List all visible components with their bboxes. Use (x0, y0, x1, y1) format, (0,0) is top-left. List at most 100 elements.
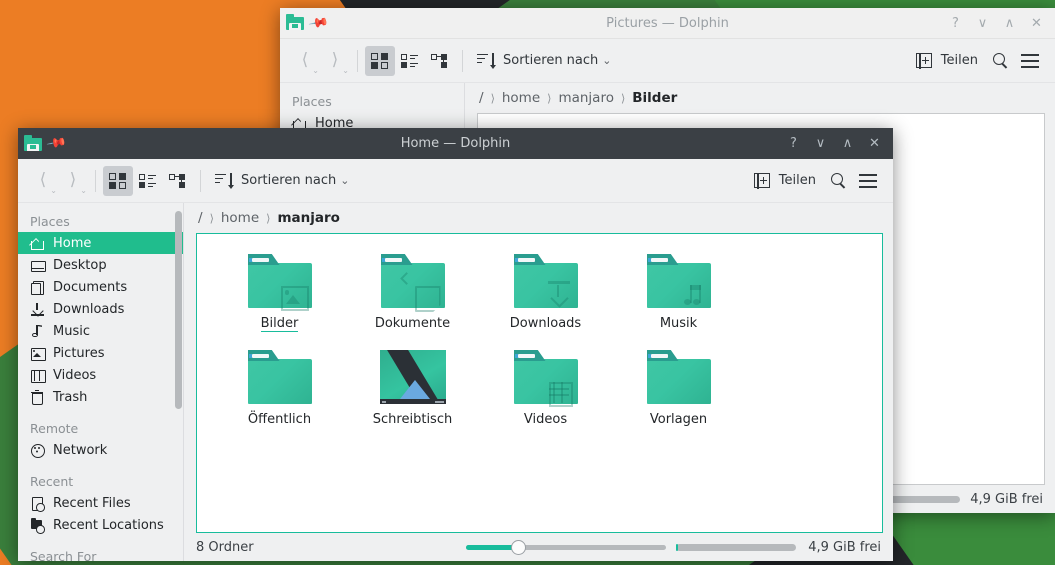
view-mode-icons-button[interactable] (365, 45, 395, 76)
titlebar-foreground-window[interactable]: 📌 Home — Dolphin ? ∨ ∧ ✕ (18, 128, 893, 159)
sidebar-item-recent-locations[interactable]: Recent Locations (18, 514, 184, 536)
sort-by-label: Sortieren nach (503, 53, 599, 68)
sidebar-item-network[interactable]: Network (18, 439, 184, 461)
share-button[interactable]: Teilen (909, 46, 985, 76)
free-space-bar (676, 543, 797, 551)
file-item-vorlagen[interactable]: Vorlagen (612, 346, 745, 442)
chevron-down-icon: ⌄ (602, 54, 612, 67)
chevron-down-icon: ⌄ (340, 174, 350, 187)
toolbar-foreground-window[interactable]: ⟨ ⌄ ⟩ ⌄ Sortieren nach ⌄ Teilen (18, 159, 893, 203)
music-icon (30, 324, 45, 339)
breadcrumb-home[interactable]: home (221, 210, 259, 226)
sidebar-foreground-window[interactable]: Places Home Desktop Documents Downloads … (18, 203, 184, 561)
sidebar-item-pictures[interactable]: Pictures (18, 342, 184, 364)
breadcrumb-root[interactable]: / (198, 210, 203, 226)
sort-by-label: Sortieren nach (241, 173, 337, 188)
sidebar-item-desktop[interactable]: Desktop (18, 254, 184, 276)
sidebar-item-downloads[interactable]: Downloads (18, 298, 184, 320)
sidebar-item-label: Desktop (53, 257, 107, 273)
sidebar-item-videos[interactable]: Videos (18, 364, 184, 386)
forward-button[interactable]: ⟩ ⌄ (320, 46, 350, 76)
titlebar-background-window[interactable]: 📌 Pictures — Dolphin ? ∨ ∧ ✕ (280, 8, 1055, 39)
file-item-schreibtisch[interactable]: Schreibtisch (346, 346, 479, 442)
view-mode-details-button[interactable] (425, 46, 455, 76)
file-label: Dokumente (374, 316, 451, 331)
pin-icon[interactable]: 📌 (307, 12, 329, 34)
view-mode-details-button[interactable] (163, 166, 193, 196)
file-item-dokumente[interactable]: Dokumente (346, 250, 479, 346)
file-view-foreground-window[interactable]: Bilder Dokumente Downloads Musik Öffentl… (196, 233, 883, 533)
trash-icon (30, 389, 45, 405)
free-space-label: 4,9 GiB frei (970, 491, 1043, 507)
minimize-button[interactable]: ∨ (812, 135, 829, 152)
help-button[interactable]: ? (947, 15, 964, 32)
recent-file-icon (30, 496, 45, 512)
minimize-button[interactable]: ∨ (974, 15, 991, 32)
file-item-videos[interactable]: Videos (479, 346, 612, 442)
recent-location-icon (30, 518, 45, 534)
sidebar-item-music[interactable]: Music (18, 320, 184, 342)
share-button[interactable]: Teilen (747, 166, 823, 196)
help-button[interactable]: ? (785, 135, 802, 152)
folder-icon (380, 254, 446, 308)
file-label: Musik (659, 316, 698, 331)
breadcrumb-root[interactable]: / (479, 90, 484, 106)
breadcrumb-manjaro[interactable]: manjaro (277, 210, 339, 226)
zoom-slider[interactable] (466, 539, 666, 555)
toolbar-separator-2 (200, 169, 201, 192)
sidebar-item-home[interactable]: Home (18, 232, 184, 254)
sort-icon (477, 52, 496, 69)
grid-view-icon (109, 172, 127, 189)
sidebar-item-documents[interactable]: Documents (18, 276, 184, 298)
file-item-downloads[interactable]: Downloads (479, 250, 612, 346)
sidebar-section-recent: Recent (30, 474, 74, 489)
compact-view-icon (401, 53, 419, 69)
search-button[interactable] (985, 46, 1015, 76)
sidebar-item-label: Music (53, 323, 90, 339)
file-label: Öffentlich (247, 412, 312, 427)
view-mode-icons-button[interactable] (103, 165, 133, 196)
breadcrumb-bilder[interactable]: Bilder (632, 90, 677, 106)
menu-button[interactable] (853, 166, 883, 196)
sidebar-divider (183, 203, 184, 561)
file-label: Schreibtisch (372, 412, 453, 427)
breadcrumb-foreground-window[interactable]: / ⟩ home ⟩ manjaro (184, 203, 893, 233)
sidebar-scrollbar[interactable] (175, 211, 182, 409)
breadcrumb-manjaro[interactable]: manjaro (558, 90, 614, 106)
dolphin-app-icon (286, 14, 304, 32)
breadcrumb-separator-icon: ⟩ (266, 211, 271, 225)
maximize-button[interactable]: ∧ (1001, 15, 1018, 32)
toolbar-separator-2 (462, 49, 463, 72)
window-home-dolphin[interactable]: 📌 Home — Dolphin ? ∨ ∧ ✕ ⟨ ⌄ ⟩ ⌄ Sortier… (18, 128, 893, 561)
close-button[interactable]: ✕ (1028, 15, 1045, 32)
sidebar-item-label: Recent Locations (53, 517, 164, 533)
view-mode-compact-button[interactable] (133, 166, 163, 196)
details-view-icon (431, 53, 449, 69)
zoom-slider-handle[interactable] (511, 540, 526, 555)
file-item-musik[interactable]: Musik (612, 250, 745, 346)
breadcrumb-separator-icon: ⟩ (620, 91, 626, 105)
desktop-icon (30, 258, 46, 273)
view-mode-compact-button[interactable] (395, 46, 425, 76)
back-button[interactable]: ⟨ ⌄ (28, 166, 58, 196)
sidebar-item-trash[interactable]: Trash (18, 386, 184, 408)
back-button[interactable]: ⟨ ⌄ (290, 46, 320, 76)
maximize-button[interactable]: ∧ (839, 135, 856, 152)
file-item-bilder[interactable]: Bilder (213, 250, 346, 346)
close-button[interactable]: ✕ (866, 135, 883, 152)
breadcrumb-home[interactable]: home (502, 90, 540, 106)
sort-by-button[interactable]: Sortieren nach ⌄ (208, 166, 357, 196)
breadcrumb-background-window[interactable]: / ⟩ home ⟩ manjaro ⟩ Bilder (465, 83, 1055, 113)
menu-button[interactable] (1015, 46, 1045, 76)
pin-icon[interactable]: 📌 (45, 133, 67, 155)
sidebar-item-recent-files[interactable]: Recent Files (18, 492, 184, 514)
forward-button[interactable]: ⟩ ⌄ (58, 166, 88, 196)
dolphin-app-icon (24, 134, 42, 153)
sort-by-button[interactable]: Sortieren nach ⌄ (470, 46, 619, 76)
search-button[interactable] (823, 166, 853, 196)
file-item-oeffentlich[interactable]: Öffentlich (213, 346, 346, 442)
item-count-label: 8 Ordner (196, 539, 254, 555)
network-icon (30, 443, 45, 458)
toolbar-background-window[interactable]: ⟨ ⌄ ⟩ ⌄ Sortieren nach ⌄ Teilen (280, 39, 1055, 83)
file-grid: Bilder Dokumente Downloads Musik Öffentl… (197, 234, 882, 450)
